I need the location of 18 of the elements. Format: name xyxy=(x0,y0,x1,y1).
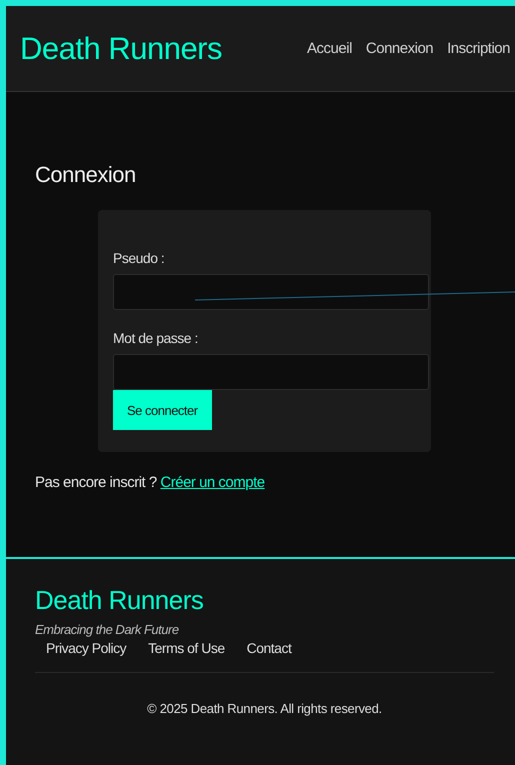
nav-link[interactable]: Accueil xyxy=(307,40,352,57)
footer-tagline: Embracing the Dark Future xyxy=(35,622,180,637)
copyright-text: © 2025 Death Runners. All rights reserved. xyxy=(146,701,383,716)
signup-link[interactable]: Créer un compte xyxy=(160,474,265,491)
page-title: Connexion xyxy=(35,162,137,188)
input-field[interactable] xyxy=(113,354,429,390)
signup-prompt: Pas encore inscrit ? Créer un compte xyxy=(35,474,266,491)
footer-logo: Death Runners xyxy=(35,585,204,616)
site-logo[interactable]: Death Runners xyxy=(20,30,222,66)
footer-link[interactable]: Privacy Policy xyxy=(46,640,126,656)
footer-link[interactable]: Contact xyxy=(246,640,292,656)
nav-link[interactable]: Connexion xyxy=(366,40,434,57)
login-button[interactable]: Se connecter xyxy=(113,390,212,430)
input-field[interactable] xyxy=(113,274,429,310)
nav-link[interactable]: Inscription xyxy=(447,40,510,57)
footer-link[interactable]: Terms of Use xyxy=(148,640,225,656)
field-label: Pseudo : xyxy=(113,250,166,266)
field-label: Mot de passe : xyxy=(113,330,199,346)
